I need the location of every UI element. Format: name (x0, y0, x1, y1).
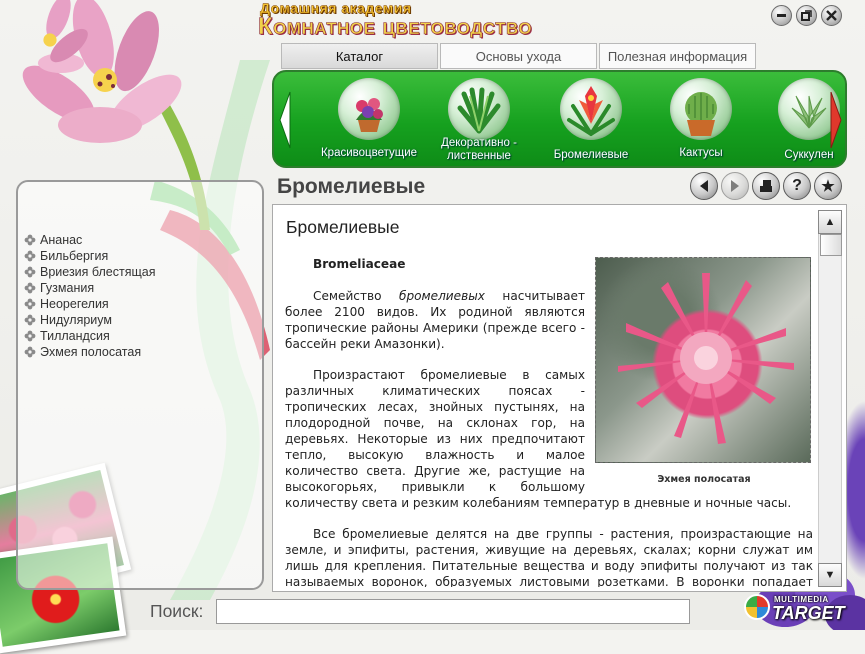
app-header: Домашняя академия Комнатное цветоводство (255, 0, 865, 44)
flower-bullet-icon (24, 282, 36, 294)
succulent-icon (791, 95, 827, 129)
flower-bullet-icon (24, 330, 36, 342)
scroll-track[interactable] (818, 234, 842, 563)
scroll-up-icon: ▲ (824, 216, 836, 228)
category-flowering[interactable]: Красивоцветущие (314, 76, 424, 166)
species-name: Нидуляриум (40, 313, 112, 327)
forward-icon (731, 180, 739, 192)
flower-bullet-icon (24, 346, 36, 358)
app-title: Комнатное цветоводство (258, 13, 533, 41)
close-icon (826, 10, 837, 21)
help-button[interactable]: ? (783, 172, 811, 200)
category-label: Суккулен (784, 149, 834, 161)
main-tabs: Каталог Основы ухода Полезная информация (281, 43, 756, 69)
scroll-down-button[interactable]: ▼ (818, 563, 842, 587)
text-span: Семейство (313, 288, 399, 303)
article-paragraph: Все бромелиевые делятся на две группы - … (285, 527, 813, 587)
cactus-icon (685, 92, 717, 136)
bromeliad-icon (567, 86, 615, 136)
minimize-icon (777, 14, 786, 17)
species-name: Эхмея полосатая (40, 345, 142, 359)
help-icon: ? (792, 177, 802, 194)
bromeliad-photo-icon (618, 273, 794, 444)
restore-button[interactable] (796, 5, 817, 26)
species-name: Вриезия блестящая (40, 265, 156, 279)
publisher-logo: MULTIMEDIA TARGET (742, 592, 852, 628)
flower-bullet-icon (24, 234, 36, 246)
figure-caption: Эхмея полосатая (657, 474, 751, 485)
flower-bullet-icon (24, 298, 36, 310)
figure-image-bromeliad (595, 257, 811, 463)
foliage-plant-icon (457, 87, 501, 134)
species-name: Бильбергия (40, 249, 109, 263)
logo-big-text: TARGET (772, 603, 845, 623)
category-carousel: Красивоцветущие Декоративно - лиственные… (272, 70, 847, 168)
scroll-up-button[interactable]: ▲ (818, 210, 842, 234)
search-input[interactable] (216, 599, 690, 624)
article-figure: Эхмея полосатая (595, 257, 813, 488)
bookmark-button[interactable]: ★ (814, 172, 842, 200)
restore-icon (801, 10, 812, 21)
scroll-thumb[interactable] (820, 234, 842, 256)
text-italic: бромелиевых (398, 288, 485, 303)
logo-mark-icon (744, 594, 770, 620)
species-name: Неорегелия (40, 297, 109, 311)
species-list-item[interactable]: Бильбергия (24, 248, 156, 264)
section-title: Бромелиевые (277, 175, 426, 198)
species-name: Гузмания (40, 281, 95, 295)
species-list: Ананас Бильбергия Вриезия блестящая Гузмани… (24, 232, 156, 360)
carousel-prev-arrow-icon[interactable] (278, 90, 292, 150)
print-button[interactable] (752, 172, 780, 200)
flower-bullet-icon (24, 266, 36, 278)
category-foliage[interactable]: Декоративно - лиственные (424, 76, 534, 166)
category-label: Кактусы (679, 147, 723, 159)
back-icon (700, 180, 708, 192)
tab-catalog[interactable]: Каталог (281, 43, 438, 69)
flower-bullet-icon (24, 250, 36, 262)
bookmark-star-icon: ★ (821, 178, 835, 195)
tab-useful-info[interactable]: Полезная информация (599, 43, 756, 69)
scroll-down-icon: ▼ (824, 569, 836, 581)
species-list-item[interactable]: Ананас (24, 232, 156, 248)
navigation-toolbar: ? ★ (690, 172, 842, 200)
category-bromeliads[interactable]: Бромелиевые (536, 76, 646, 166)
species-name: Тилландсия (40, 329, 110, 343)
flower-bullet-icon (24, 314, 36, 326)
species-list-item[interactable]: Вриезия блестящая (24, 264, 156, 280)
back-button[interactable] (690, 172, 718, 200)
forward-button[interactable] (721, 172, 749, 200)
species-list-item[interactable]: Эхмея полосатая (24, 344, 156, 360)
close-button[interactable] (821, 5, 842, 26)
category-cacti[interactable]: Кактусы (646, 76, 756, 166)
minimize-button[interactable] (771, 5, 792, 26)
flowering-plant-icon (356, 98, 383, 132)
print-icon (760, 180, 772, 192)
search-label: Поиск: (150, 601, 204, 621)
species-list-item[interactable]: Тилландсия (24, 328, 156, 344)
article-panel: Бромелиевые Эхмея полосатая Bromeliaceae… (272, 204, 847, 592)
species-list-item[interactable]: Гузмания (24, 280, 156, 296)
category-label: Красивоцветущие (320, 147, 418, 159)
carousel-next-arrow-icon[interactable] (829, 90, 843, 150)
article-heading: Бромелиевые (286, 217, 400, 237)
category-label: Декоративно - лиственные (441, 137, 517, 162)
article-scrollbar[interactable]: ▲ ▼ (818, 208, 844, 588)
category-label: Бромелиевые (553, 149, 629, 161)
tab-care-basics[interactable]: Основы ухода (440, 43, 597, 69)
article-body: Эхмея полосатая Bromeliaceae Семейство б… (285, 257, 813, 587)
species-list-item[interactable]: Нидуляриум (24, 312, 156, 328)
species-list-item[interactable]: Неорегелия (24, 296, 156, 312)
species-name: Ананас (40, 233, 83, 247)
